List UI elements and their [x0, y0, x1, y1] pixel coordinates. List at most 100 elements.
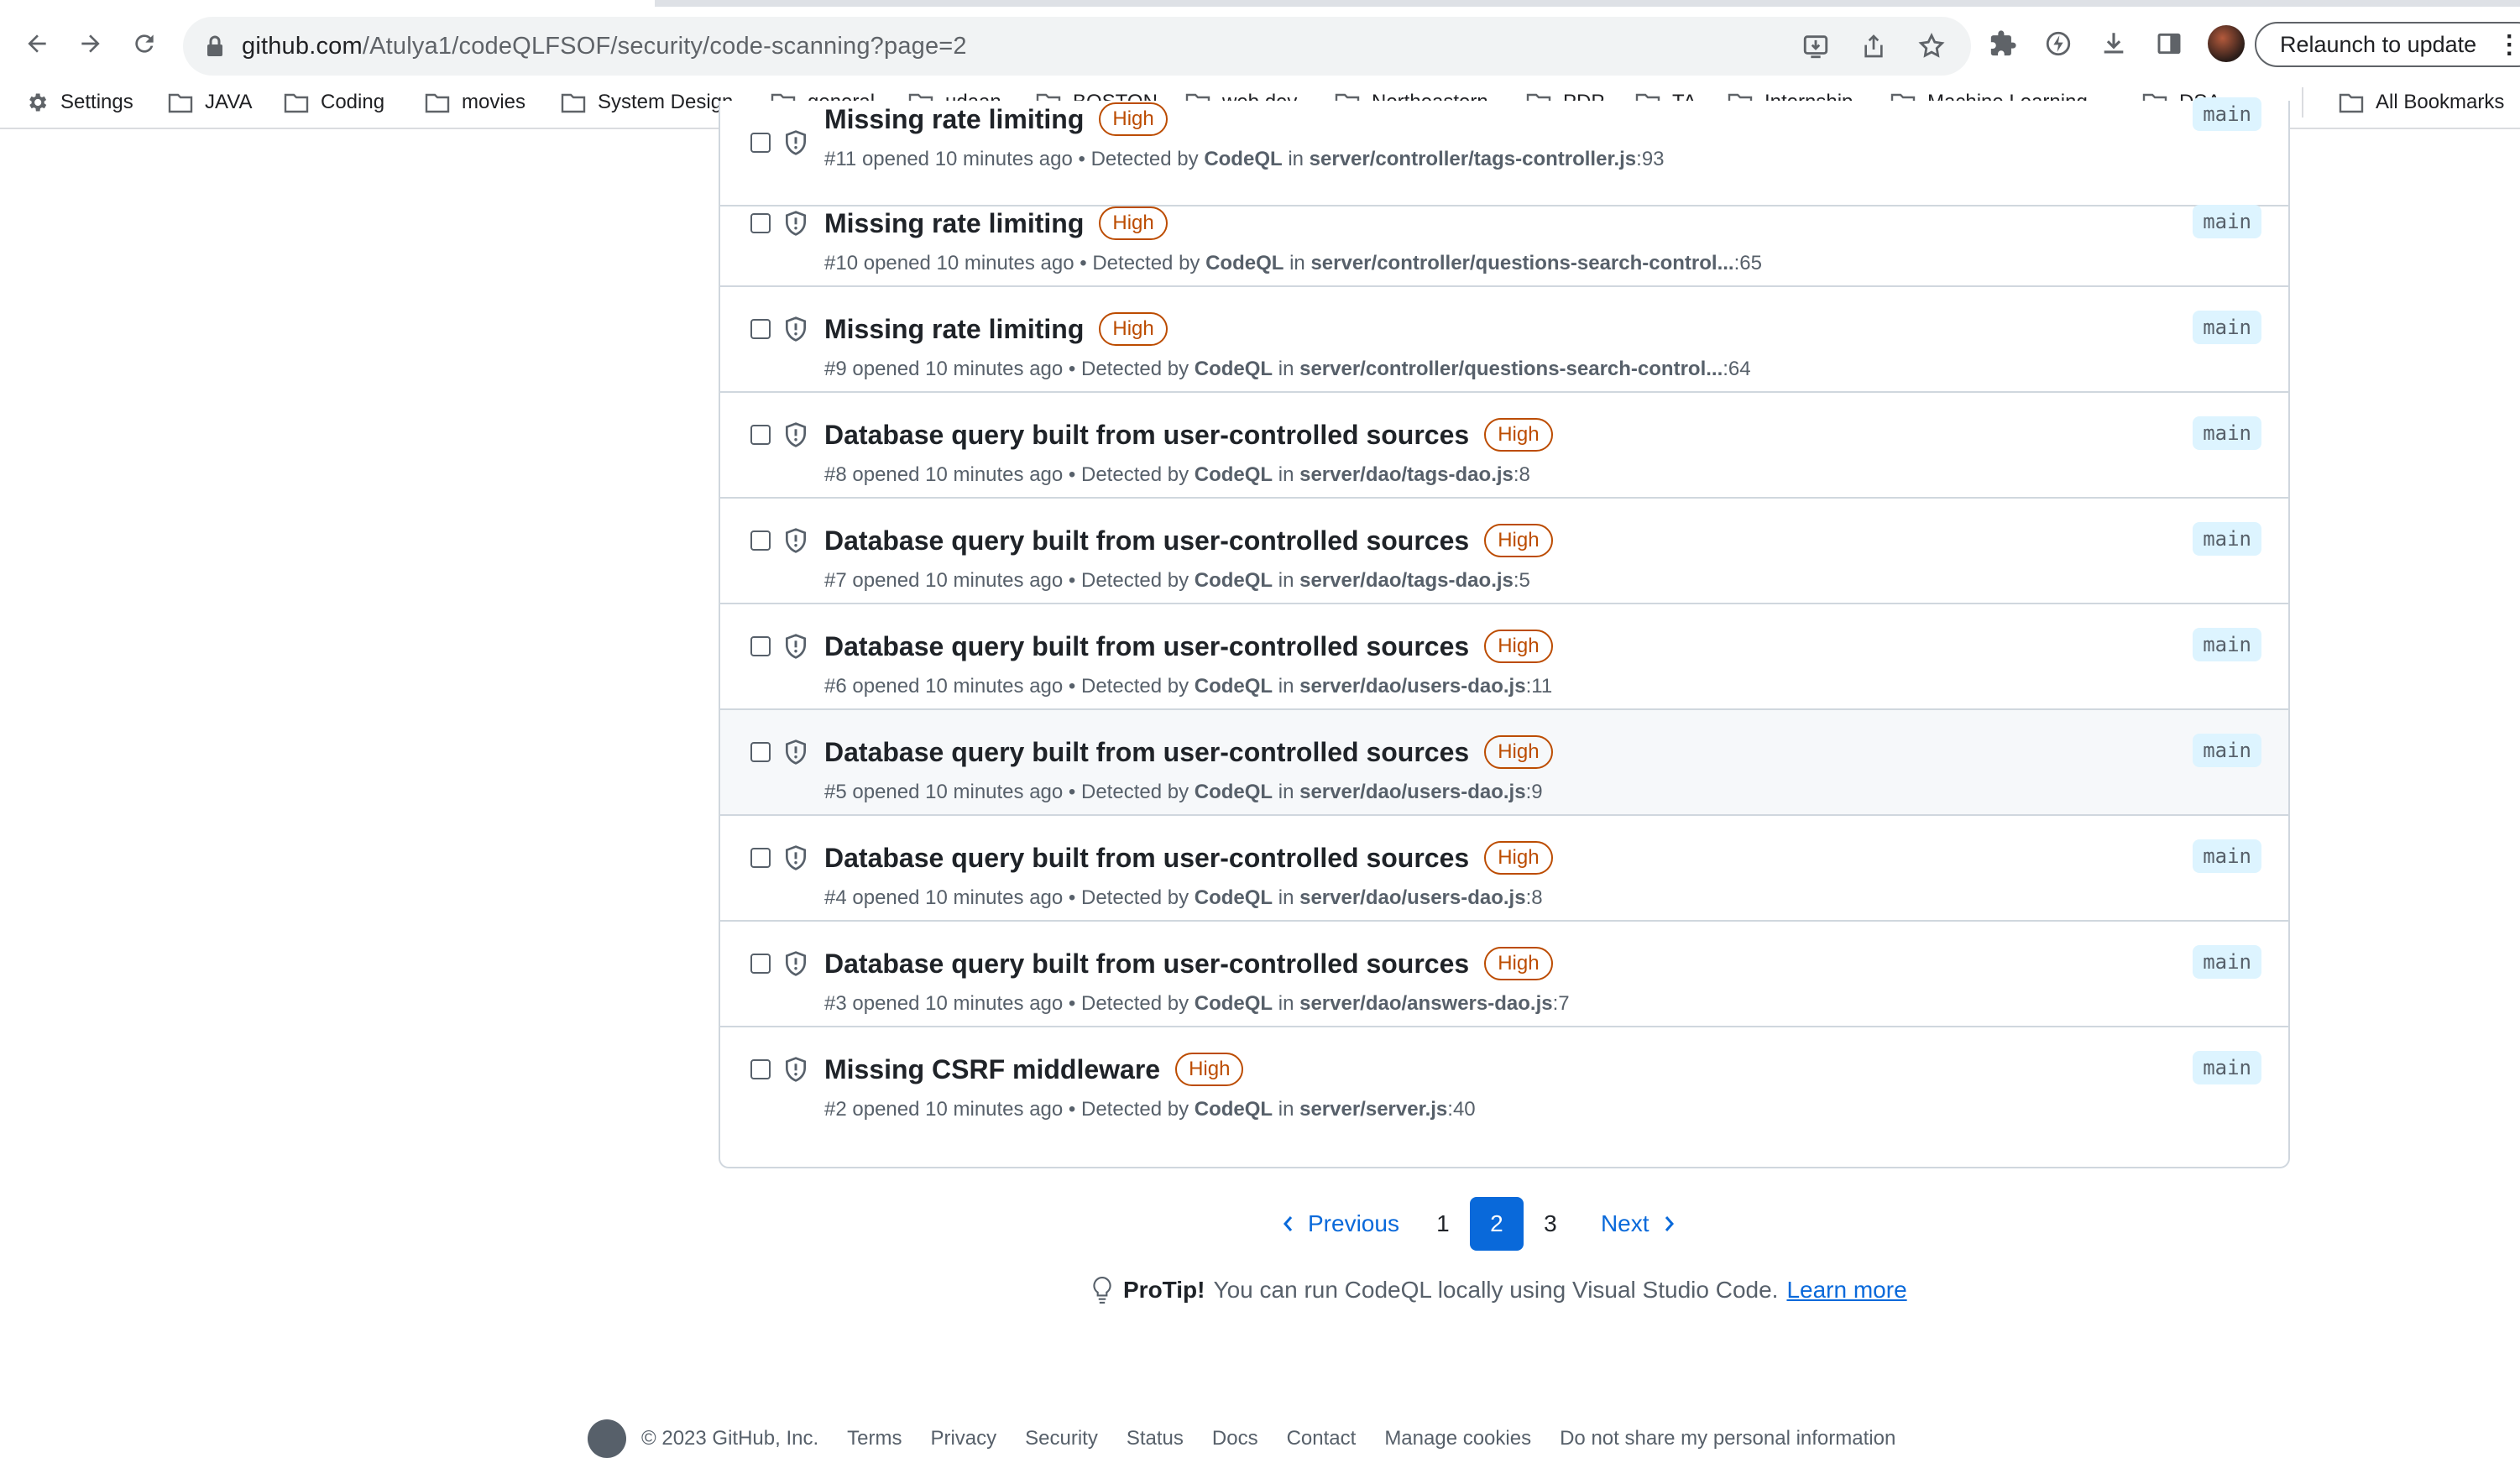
footer-link-terms[interactable]: Terms [847, 1427, 902, 1450]
share-icon[interactable] [1860, 33, 1887, 60]
alert-checkbox[interactable] [750, 1059, 771, 1079]
page-footer: © 2023 GitHub, Inc. Terms Privacy Securi… [588, 1419, 1895, 1458]
alert-row[interactable]: Database query built from user-controlle… [720, 604, 2288, 710]
file-path-link[interactable]: server/dao/answers-dao.js [1299, 992, 1552, 1015]
alert-title[interactable]: Missing rate limiting [824, 104, 1084, 135]
file-path-link[interactable]: server/dao/tags-dao.js [1299, 569, 1514, 592]
reload-button[interactable] [124, 24, 165, 64]
next-page-link[interactable]: Next [1601, 1210, 1676, 1237]
alert-row[interactable]: Database query built from user-controlle… [720, 710, 2288, 816]
alert-title[interactable]: Database query built from user-controlle… [824, 737, 1469, 768]
menu-dots-icon[interactable]: ⋮ [2496, 30, 2520, 60]
github-logo-icon[interactable] [588, 1419, 626, 1458]
bookmark-folder-java[interactable]: JAVA [168, 77, 252, 128]
learn-more-link[interactable]: Learn more [1786, 1277, 1906, 1304]
file-path-link[interactable]: server/dao/users-dao.js [1299, 886, 1525, 909]
alerts-list: Missing rate limiting High #11 opened 10 … [719, 97, 2290, 1168]
page-1-link[interactable]: 1 [1416, 1197, 1470, 1251]
bookmark-label: JAVA [205, 91, 253, 113]
shield-icon [786, 422, 806, 447]
alert-meta: #6 opened 10 minutes ago • Detected by C… [824, 675, 1553, 698]
alert-title[interactable]: Database query built from user-controlle… [824, 525, 1469, 557]
folder-icon [425, 93, 450, 113]
performance-icon[interactable] [2042, 27, 2075, 60]
alert-row[interactable]: Database query built from user-controlle… [720, 816, 2288, 922]
bookmark-folder-movies[interactable]: movies [425, 77, 525, 128]
all-bookmarks-label: All Bookmarks [2376, 91, 2505, 113]
alert-checkbox[interactable] [750, 425, 771, 445]
side-panel-icon[interactable] [2152, 27, 2186, 60]
file-path-link[interactable]: server/dao/tags-dao.js [1299, 463, 1514, 486]
file-path-link[interactable]: server/dao/users-dao.js [1299, 781, 1525, 803]
relaunch-label: Relaunch to update [2280, 31, 2477, 57]
footer-link-privacy[interactable]: Privacy [930, 1427, 996, 1450]
footer-link-contact[interactable]: Contact [1287, 1427, 1357, 1450]
bookmark-label: System Design [598, 91, 734, 113]
page-2-current: 2 [1469, 1197, 1524, 1251]
alert-checkbox[interactable] [750, 530, 771, 551]
alert-row[interactable]: Missing rate limiting High #10 opened 10 … [720, 181, 2288, 287]
alert-meta: #4 opened 10 minutes ago • Detected by C… [824, 886, 1543, 909]
alert-title[interactable]: Database query built from user-controlle… [824, 948, 1469, 980]
footer-link-docs[interactable]: Docs [1212, 1427, 1258, 1450]
protip-label: ProTip! [1123, 1277, 1205, 1303]
branch-label: main [2193, 416, 2261, 450]
footer-link-manage-cookies[interactable]: Manage cookies [1384, 1427, 1531, 1450]
file-path-link[interactable]: server/controller/tags-controller.js [1310, 148, 1636, 170]
alert-checkbox[interactable] [750, 742, 771, 762]
severity-badge: High [1099, 102, 1168, 136]
back-button[interactable] [17, 24, 57, 64]
file-path-link[interactable]: server/server.js [1299, 1098, 1447, 1121]
alert-row[interactable]: Database query built from user-controlle… [720, 499, 2288, 604]
alert-title[interactable]: Database query built from user-controlle… [824, 843, 1469, 874]
alert-title[interactable]: Missing rate limiting [824, 314, 1084, 345]
next-label: Next [1600, 1210, 1650, 1236]
alert-title[interactable]: Missing rate limiting [824, 208, 1084, 239]
bookmark-label: Coding [321, 91, 385, 113]
chevron-left-icon [1284, 1216, 1293, 1231]
bookmark-folder-system-design[interactable]: System Design [561, 77, 733, 128]
alert-title[interactable]: Missing CSRF middleware [824, 1054, 1160, 1085]
protip: ProTip! You can run CodeQL locally using… [1091, 1276, 1907, 1304]
alert-row[interactable]: Database query built from user-controlle… [720, 393, 2288, 499]
active-tab-edge [0, 0, 655, 7]
file-path-link[interactable]: server/controller/questions-search-contr… [1299, 358, 1723, 380]
severity-badge: High [1484, 630, 1553, 663]
severity-badge: High [1099, 206, 1168, 240]
lock-icon[interactable] [203, 34, 227, 58]
all-bookmarks-button[interactable]: All Bookmarks [2339, 77, 2504, 128]
page-3-link[interactable]: 3 [1524, 1197, 1577, 1251]
alert-row[interactable]: Database query built from user-controlle… [720, 922, 2288, 1027]
install-icon[interactable] [1801, 32, 1830, 60]
alert-checkbox[interactable] [750, 954, 771, 974]
alert-meta: #2 opened 10 minutes ago • Detected by C… [824, 1098, 1476, 1121]
alert-row[interactable]: Missing rate limiting High #9 opened 10 m… [720, 287, 2288, 393]
footer-link-do-not-share[interactable]: Do not share my personal information [1560, 1427, 1895, 1450]
bookmark-folder-coding[interactable]: Coding [284, 77, 384, 128]
alert-meta: #3 opened 10 minutes ago • Detected by C… [824, 992, 1570, 1015]
alert-row[interactable]: Missing CSRF middleware High #2 opened 10… [720, 1027, 2288, 1133]
bookmark-settings[interactable]: Settings [25, 77, 133, 128]
copyright-text: © 2023 GitHub, Inc. [641, 1427, 819, 1450]
alert-meta: #5 opened 10 minutes ago • Detected by C… [824, 781, 1543, 803]
footer-link-status[interactable]: Status [1127, 1427, 1184, 1450]
alert-checkbox[interactable] [750, 133, 771, 153]
forward-button[interactable] [71, 24, 111, 64]
previous-page-link[interactable]: Previous [1281, 1210, 1399, 1237]
file-path-link[interactable]: server/dao/users-dao.js [1299, 675, 1525, 698]
alert-title[interactable]: Database query built from user-controlle… [824, 420, 1469, 451]
alert-checkbox[interactable] [750, 319, 771, 339]
alert-checkbox[interactable] [750, 636, 771, 656]
profile-avatar[interactable] [2208, 25, 2245, 62]
footer-link-security[interactable]: Security [1025, 1427, 1098, 1450]
branch-label: main [2193, 734, 2261, 767]
download-icon[interactable] [2097, 27, 2130, 60]
alert-checkbox[interactable] [750, 213, 771, 233]
alert-checkbox[interactable] [750, 848, 771, 868]
file-path-link[interactable]: server/controller/questions-search-contr… [1310, 252, 1733, 274]
extensions-icon[interactable] [1986, 27, 2020, 60]
star-icon[interactable] [1917, 32, 1946, 60]
alert-title[interactable]: Database query built from user-controlle… [824, 631, 1469, 662]
relaunch-button[interactable]: Relaunch to update ⋮ [2255, 22, 2520, 67]
address-bar[interactable]: github.com/Atulya1/codeQLFSOF/security/c… [183, 17, 1971, 76]
